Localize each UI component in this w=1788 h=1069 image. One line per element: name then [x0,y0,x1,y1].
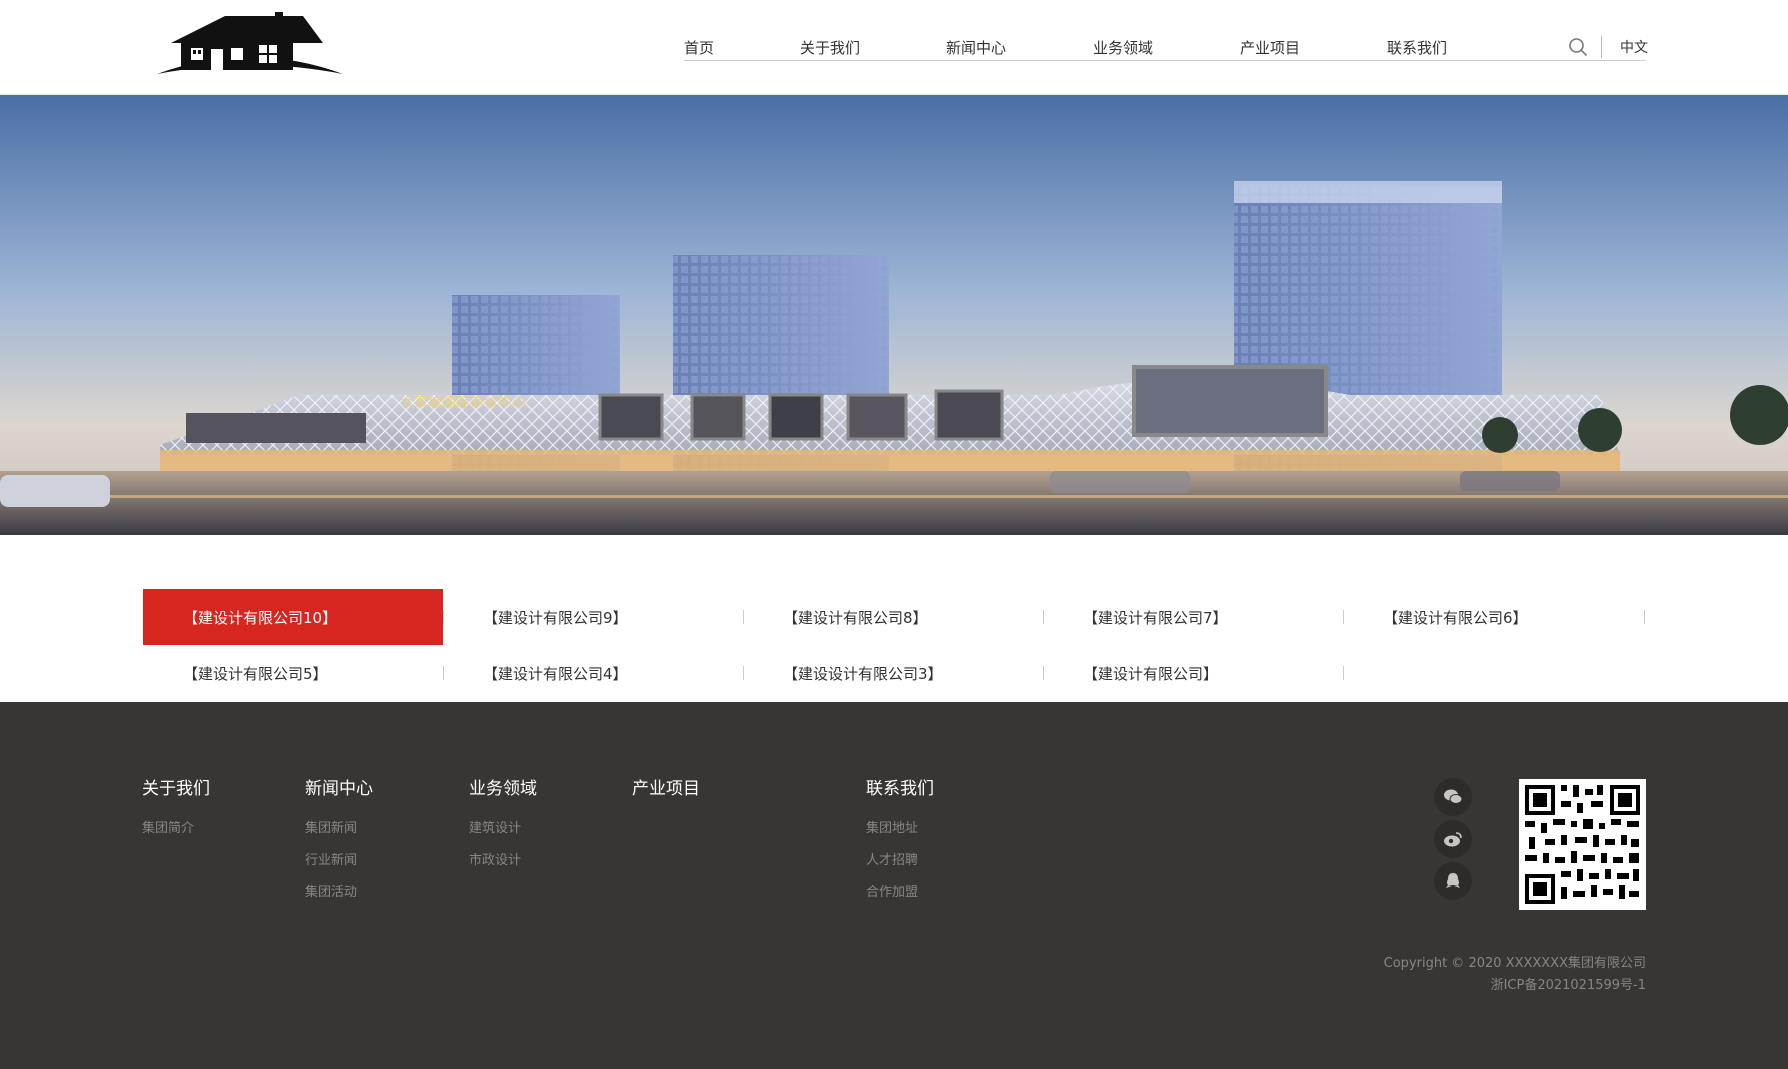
weibo-icon[interactable] [1434,820,1472,858]
company-item-8[interactable]: 【建设设计有限公司3】 [743,645,1043,701]
nav-projects[interactable]: 产业项目 [1240,37,1300,58]
banner-image: 大家城国际商贸中心 [0,95,1788,535]
footer-link[interactable]: 集团新闻 [305,817,373,836]
house-logo-icon [157,12,343,74]
qr-code [1519,779,1646,910]
wechat-icon[interactable] [1434,778,1472,816]
search-icon[interactable] [1568,37,1588,57]
footer-col-about: 关于我们 集团简介 [142,774,210,849]
hero-banner: 大家城国际商贸中心 [0,95,1788,535]
copyright-text: Copyright © 2020 XXXXXXX集团有限公司 [1383,956,1646,971]
footer-link[interactable]: 集团活动 [305,881,373,900]
company-item-9[interactable]: 【建设计有限公司】 [1043,645,1343,701]
nav-news[interactable]: 新闻中心 [946,37,1006,58]
header-divider [1601,36,1602,58]
language-switch[interactable]: 中文 [1620,37,1648,57]
nav-home[interactable]: 首页 [684,37,714,58]
company-item-1[interactable]: 【建设计有限公司10】 [143,589,443,645]
footer-heading[interactable]: 产业项目 [632,774,700,799]
company-item-6[interactable]: 【建设计有限公司5】 [143,645,443,701]
logo[interactable] [155,12,345,80]
footer-heading[interactable]: 联系我们 [866,774,934,799]
nav-contact[interactable]: 联系我们 [1387,37,1447,58]
icp-link[interactable]: 浙ICP备2021021599号-1 [1384,975,1646,997]
footer-link[interactable]: 人才招聘 [866,849,934,868]
footer-link[interactable]: 集团简介 [142,817,210,836]
footer-heading[interactable]: 关于我们 [142,774,210,799]
footer-link[interactable]: 建筑设计 [469,817,537,836]
company-item-4[interactable]: 【建设计有限公司7】 [1043,589,1343,645]
copyright-block: Copyright © 2020 XXXXXXX集团有限公司 浙ICP备2021… [1384,953,1646,997]
footer-heading[interactable]: 新闻中心 [305,774,373,799]
footer-col-news: 新闻中心 集团新闻 行业新闻 集团活动 [305,774,373,913]
company-item-2[interactable]: 【建设计有限公司9】 [443,589,743,645]
company-item-5[interactable]: 【建设计有限公司6】 [1343,589,1643,645]
footer-link[interactable]: 集团地址 [866,817,934,836]
company-item-3[interactable]: 【建设计有限公司8】 [743,589,1043,645]
footer-link[interactable]: 行业新闻 [305,849,373,868]
site-footer: 关于我们 集团简介 新闻中心 集团新闻 行业新闻 集团活动 业务领域 建筑设计 … [0,702,1788,1069]
separator [1343,666,1344,680]
nav-about[interactable]: 关于我们 [800,37,860,58]
qq-icon[interactable] [1434,862,1472,900]
qr-code-icon [1519,779,1646,910]
main-nav: 首页 关于我们 新闻中心 业务领域 产业项目 联系我们 [684,20,1646,61]
footer-col-projects: 产业项目 [632,774,700,817]
company-item-7[interactable]: 【建设计有限公司4】 [443,645,743,701]
footer-link[interactable]: 市政设计 [469,849,537,868]
footer-link[interactable]: 合作加盟 [866,881,934,900]
footer-heading[interactable]: 业务领域 [469,774,537,799]
footer-col-business: 业务领域 建筑设计 市政设计 [469,774,537,881]
footer-col-contact: 联系我们 集团地址 人才招聘 合作加盟 [866,774,934,913]
nav-business[interactable]: 业务领域 [1093,37,1153,58]
banner-sign: 大家城国际商贸中心 [400,394,526,411]
site-header: 首页 关于我们 新闻中心 业务领域 产业项目 联系我们 中文 [0,0,1788,95]
separator [1644,610,1645,624]
